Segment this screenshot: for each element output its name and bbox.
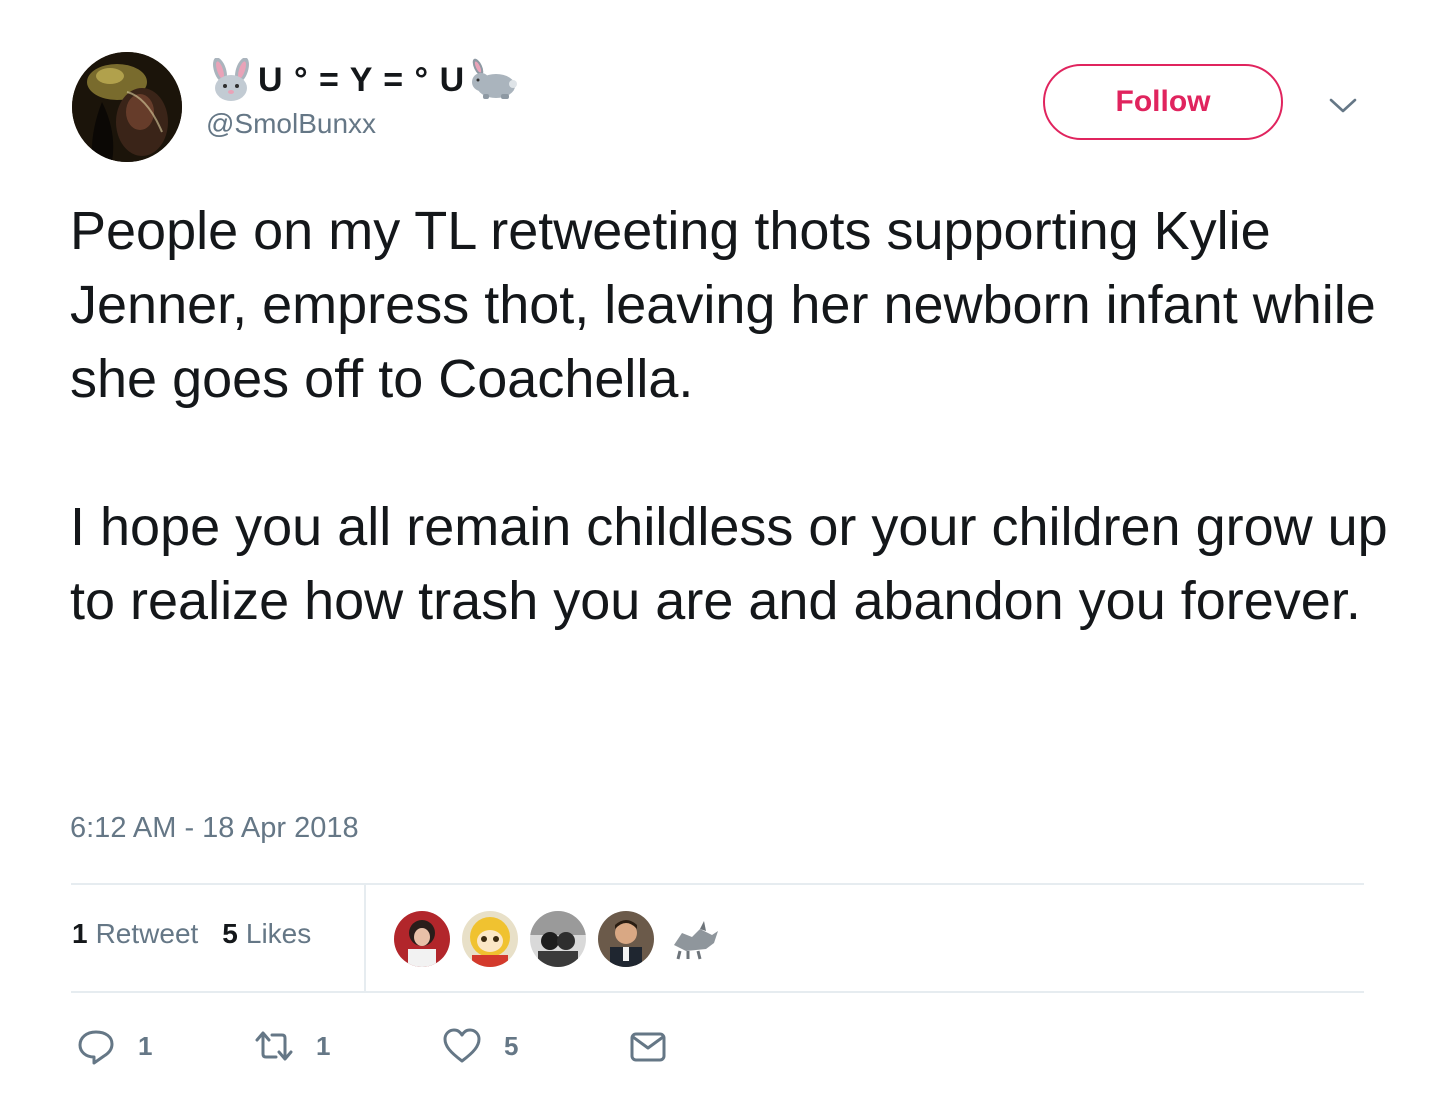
author-name-text: U ° = Y = ° U bbox=[258, 60, 466, 99]
author-info: U ° = Y = ° U @SmolBunxx bbox=[206, 58, 518, 140]
retweets-count: 1 bbox=[72, 918, 88, 949]
author-display-name[interactable]: U ° = Y = ° U bbox=[206, 58, 518, 102]
tweet-text: People on my TL retweeting thots support… bbox=[70, 194, 1390, 638]
reply-icon bbox=[76, 1026, 116, 1066]
chevron-down-icon[interactable] bbox=[1326, 90, 1360, 120]
envelope-icon bbox=[628, 1026, 668, 1066]
tweet-paragraph: People on my TL retweeting thots support… bbox=[70, 201, 1376, 409]
author-handle[interactable]: @SmolBunxx bbox=[206, 108, 517, 140]
liker-avatars bbox=[394, 911, 722, 967]
tweet-timestamp[interactable]: 6:12 AM - 18 Apr 2018 bbox=[70, 812, 359, 845]
retweets-stat[interactable]: 1 Retweet bbox=[72, 918, 198, 950]
tweet-actions: 1 1 5 bbox=[76, 1026, 696, 1070]
divider bbox=[71, 991, 1364, 993]
likes-stat[interactable]: 5 Likes bbox=[222, 918, 311, 950]
follow-button[interactable]: Follow bbox=[1043, 64, 1283, 140]
likes-label: Likes bbox=[245, 918, 312, 949]
like-button[interactable]: 5 bbox=[442, 1026, 518, 1066]
likes-count: 5 bbox=[222, 918, 238, 949]
liker-avatar[interactable] bbox=[530, 911, 586, 967]
tweet-paragraph: I hope you all remain childless or your … bbox=[70, 497, 1388, 631]
retweet-button[interactable]: 1 bbox=[254, 1026, 330, 1066]
rabbit-icon bbox=[467, 58, 518, 102]
like-count: 5 bbox=[504, 1030, 519, 1061]
divider bbox=[71, 883, 1364, 885]
author-avatar[interactable] bbox=[72, 52, 182, 162]
liker-avatar[interactable] bbox=[394, 911, 450, 967]
tweet-card: U ° = Y = ° U @SmolBunxx Follow People o… bbox=[0, 0, 1440, 1117]
retweet-count: 1 bbox=[316, 1030, 331, 1061]
direct-message-button[interactable] bbox=[628, 1026, 668, 1066]
heart-icon bbox=[442, 1026, 482, 1066]
liker-avatar[interactable] bbox=[598, 911, 654, 967]
tweet-stats: 1 Retweet 5 Likes bbox=[72, 918, 311, 950]
retweets-label: Retweet bbox=[95, 918, 199, 949]
liker-avatar[interactable] bbox=[462, 911, 518, 967]
rabbit-face-icon bbox=[206, 58, 256, 102]
reply-count: 1 bbox=[138, 1030, 153, 1061]
reply-button[interactable]: 1 bbox=[76, 1026, 152, 1066]
liker-avatar[interactable] bbox=[666, 911, 722, 967]
retweet-icon bbox=[254, 1026, 294, 1066]
stats-divider bbox=[364, 885, 366, 991]
